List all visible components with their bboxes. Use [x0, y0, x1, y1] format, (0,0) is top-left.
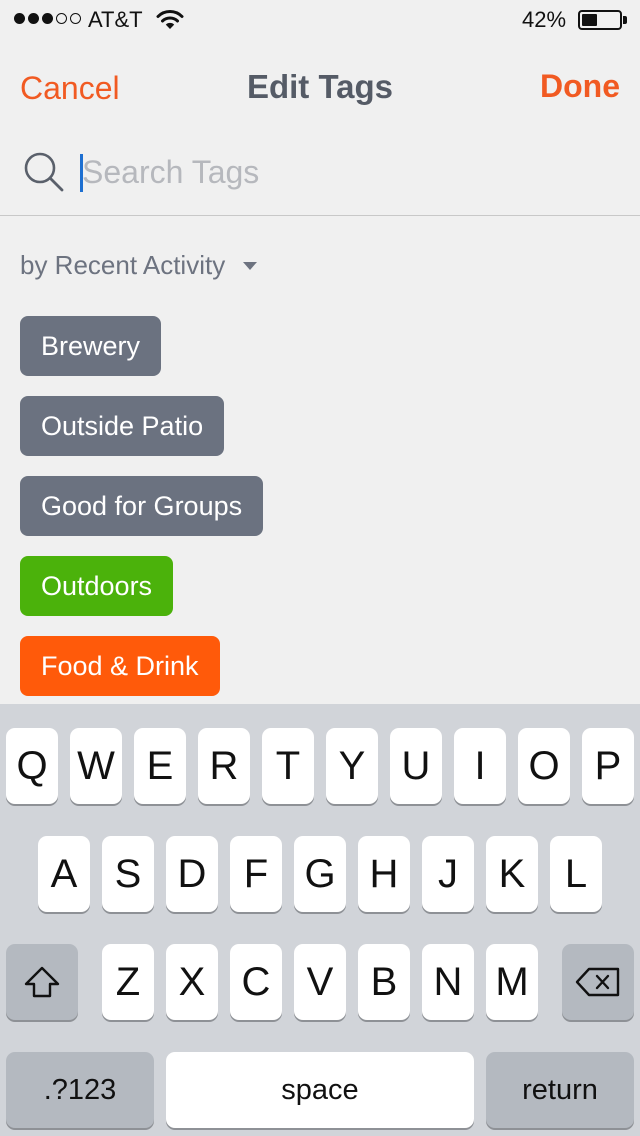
search-bar: [0, 136, 640, 216]
key-x[interactable]: X: [166, 944, 218, 1020]
sort-dropdown[interactable]: by Recent Activity: [20, 250, 258, 281]
cancel-button[interactable]: Cancel: [20, 70, 120, 107]
wifi-icon: [156, 9, 184, 36]
key-f[interactable]: F: [230, 836, 282, 912]
signal-dot-empty: [56, 13, 67, 24]
key-v[interactable]: V: [294, 944, 346, 1020]
numbers-key[interactable]: .?123: [6, 1052, 154, 1128]
search-input[interactable]: [80, 148, 602, 196]
key-w[interactable]: W: [70, 728, 122, 804]
backspace-icon: [575, 967, 621, 997]
key-u[interactable]: U: [390, 728, 442, 804]
navigation-bar: Cancel Edit Tags Done: [0, 56, 640, 120]
key-a[interactable]: A: [38, 836, 90, 912]
done-button[interactable]: Done: [540, 68, 620, 105]
key-e[interactable]: E: [134, 728, 186, 804]
key-j[interactable]: J: [422, 836, 474, 912]
key-p[interactable]: P: [582, 728, 634, 804]
tag-outdoors[interactable]: Outdoors: [20, 556, 174, 616]
return-key[interactable]: return: [486, 1052, 634, 1128]
signal-dot-filled: [28, 13, 39, 24]
carrier-name: AT&T: [88, 7, 143, 32]
key-q[interactable]: Q: [6, 728, 58, 804]
sort-label: by Recent Activity: [20, 250, 226, 280]
dropdown-arrow-icon: [243, 261, 258, 270]
signal-strength-icon: [14, 13, 81, 24]
search-icon: [22, 150, 66, 199]
key-l[interactable]: L: [550, 836, 602, 912]
tag-brewery[interactable]: Brewery: [20, 316, 162, 376]
tag-food-and-drink[interactable]: Food & Drink: [20, 636, 220, 696]
tag-good-for-groups[interactable]: Good for Groups: [20, 476, 264, 536]
backspace-key[interactable]: [562, 944, 634, 1020]
keyboard: Q W E R T Y U I O P A S D F G H J K L Z …: [0, 704, 640, 1136]
shift-key[interactable]: [6, 944, 78, 1020]
key-g[interactable]: G: [294, 836, 346, 912]
key-s[interactable]: S: [102, 836, 154, 912]
tag-outside-patio[interactable]: Outside Patio: [20, 396, 225, 456]
key-z[interactable]: Z: [102, 944, 154, 1020]
shift-icon: [23, 965, 61, 999]
text-cursor: [80, 154, 83, 192]
battery-percentage: 42%: [522, 7, 567, 32]
battery-tip: [623, 16, 627, 24]
battery-icon: [578, 10, 622, 30]
key-m[interactable]: M: [486, 944, 538, 1020]
space-key[interactable]: space: [166, 1052, 474, 1128]
battery-level-fill: [582, 14, 598, 26]
key-i[interactable]: I: [454, 728, 506, 804]
key-o[interactable]: O: [518, 728, 570, 804]
key-d[interactable]: D: [166, 836, 218, 912]
key-y[interactable]: Y: [326, 728, 378, 804]
key-h[interactable]: H: [358, 836, 410, 912]
key-c[interactable]: C: [230, 944, 282, 1020]
key-t[interactable]: T: [262, 728, 314, 804]
key-k[interactable]: K: [486, 836, 538, 912]
signal-dot-filled: [14, 13, 25, 24]
signal-dot-filled: [42, 13, 53, 24]
key-n[interactable]: N: [422, 944, 474, 1020]
signal-dot-empty: [70, 13, 81, 24]
key-r[interactable]: R: [198, 728, 250, 804]
status-bar: AT&T 42%: [0, 0, 640, 40]
key-b[interactable]: B: [358, 944, 410, 1020]
